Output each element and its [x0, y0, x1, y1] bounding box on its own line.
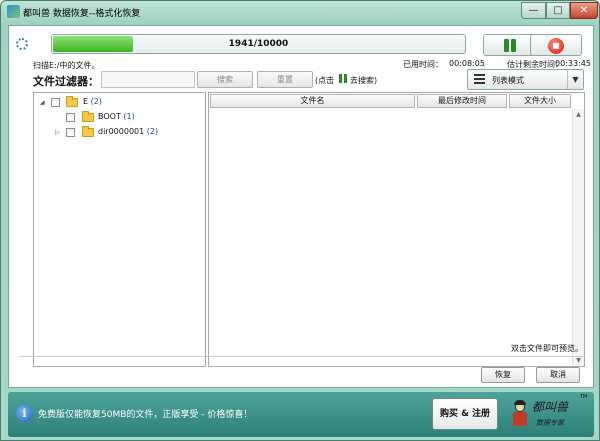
expander-placeholder [52, 114, 59, 122]
tree-item-label: E (2) [83, 97, 102, 106]
window-title: 都叫兽 数据恢复--格式化恢复 [23, 9, 141, 19]
elapsed-time-value: 00:08:05 [449, 59, 485, 68]
logo-trademark: TM [580, 394, 588, 400]
promo-text: 免费版仅能恢复50MB的文件，正版享受 - 价格惊喜！ [38, 410, 253, 420]
tree-checkbox[interactable] [51, 98, 60, 107]
app-icon [7, 5, 20, 18]
chevron-down-icon[interactable]: ▼ [567, 70, 583, 89]
maximize-button[interactable]: □ [546, 2, 570, 19]
folder-icon [66, 96, 78, 107]
app-window: 都叫兽 数据恢复--格式化恢复 Rene E Lab — □ ✕ 1941/10… [0, 0, 600, 441]
tree-item-name: BOOT [98, 112, 121, 121]
mascot-icon [512, 400, 528, 426]
divider [19, 356, 585, 357]
pause-icon [503, 39, 517, 52]
search-button[interactable]: 搜索 [197, 71, 253, 88]
tree-item-label: dir0000001 (2) [98, 127, 158, 136]
tree-checkbox[interactable] [66, 128, 75, 137]
scan-status-text: 扫描E:/中的文件。 [33, 61, 100, 70]
title-bar: 都叫兽 数据恢复--格式化恢复 Rene E Lab — □ ✕ [1, 1, 599, 23]
logo-title: 都叫兽 [532, 400, 569, 414]
search-hint-suffix: 去搜索) [350, 76, 378, 85]
tree-item-count: (2) [146, 127, 159, 136]
info-icon: i [16, 405, 33, 422]
minimize-button[interactable]: — [521, 2, 546, 19]
view-mode-select[interactable]: 列表模式 ▼ [467, 69, 584, 90]
tree-item-e[interactable]: ◢ E (2) [38, 96, 198, 110]
brand-logo: 都叫兽 数据专家 TM [508, 394, 588, 435]
cancel-button[interactable]: 取消 [536, 367, 580, 383]
loading-spinner-icon [16, 38, 28, 50]
file-filter-label: 文件过滤器： [33, 75, 99, 88]
pause-hint-icon [339, 74, 348, 83]
search-hint-prefix: (点击 [315, 76, 335, 85]
tree-checkbox[interactable] [66, 113, 75, 122]
tree-item-count: (2) [90, 97, 102, 106]
vertical-scrollbar[interactable]: ▲ ▼ [572, 109, 584, 366]
title-watermark: Rene E Lab [331, 6, 392, 17]
tree-item-label: BOOT (1) [98, 112, 135, 121]
close-button[interactable]: ✕ [570, 2, 598, 19]
scan-progress-bar: 1941/10000 [51, 34, 466, 54]
logo-subtitle: 数据专家 [536, 419, 564, 427]
tree-item-count: (1) [123, 112, 135, 121]
main-panel: 1941/10000 扫描E:/中的文件。 已用时间： 00:08:05 估计剩… [8, 25, 594, 388]
recover-button[interactable]: 恢复 [481, 367, 525, 383]
folder-icon [82, 111, 94, 122]
pause-button[interactable] [483, 34, 535, 56]
progress-text: 1941/10000 [228, 39, 289, 49]
column-header-filename[interactable]: 文件名 [210, 94, 415, 108]
file-filter-input[interactable] [101, 71, 195, 88]
reset-button[interactable]: 重置 [257, 71, 313, 88]
file-list: 文件名 最后修改时间 文件大小 ▲ ▼ [208, 92, 585, 367]
tree-item-name: E [83, 97, 89, 106]
column-header-size[interactable]: 文件大小 [509, 94, 571, 108]
tree-item-dir0000001[interactable]: ▷ dir0000001 (2) [38, 126, 198, 140]
stop-icon [548, 38, 564, 54]
folder-icon [82, 126, 94, 137]
elapsed-time-label: 已用时间： [403, 60, 443, 69]
promo-bar: i 免费版仅能恢复50MB的文件，正版享受 - 价格惊喜！ 购买 & 注册 都叫… [8, 392, 594, 437]
remaining-time-value: 00:33:45 [555, 59, 591, 68]
collapse-icon[interactable]: ◢ [40, 99, 47, 107]
expand-icon[interactable]: ▷ [55, 129, 62, 137]
buy-register-button[interactable]: 购买 & 注册 [432, 398, 498, 430]
list-view-icon [474, 74, 485, 85]
folder-tree: ◢ E (2) BOOT (1) ▷ dir0000001 (2) [33, 92, 206, 367]
tree-item-name: dir0000001 [98, 127, 145, 136]
scroll-up-icon[interactable]: ▲ [573, 109, 584, 120]
tree-item-boot[interactable]: BOOT (1) [38, 111, 198, 125]
view-mode-label: 列表模式 [492, 76, 524, 85]
preview-hint: 双击文件即可预览。 [511, 344, 583, 353]
stop-button[interactable] [530, 34, 582, 56]
column-header-modified[interactable]: 最后修改时间 [417, 94, 507, 108]
